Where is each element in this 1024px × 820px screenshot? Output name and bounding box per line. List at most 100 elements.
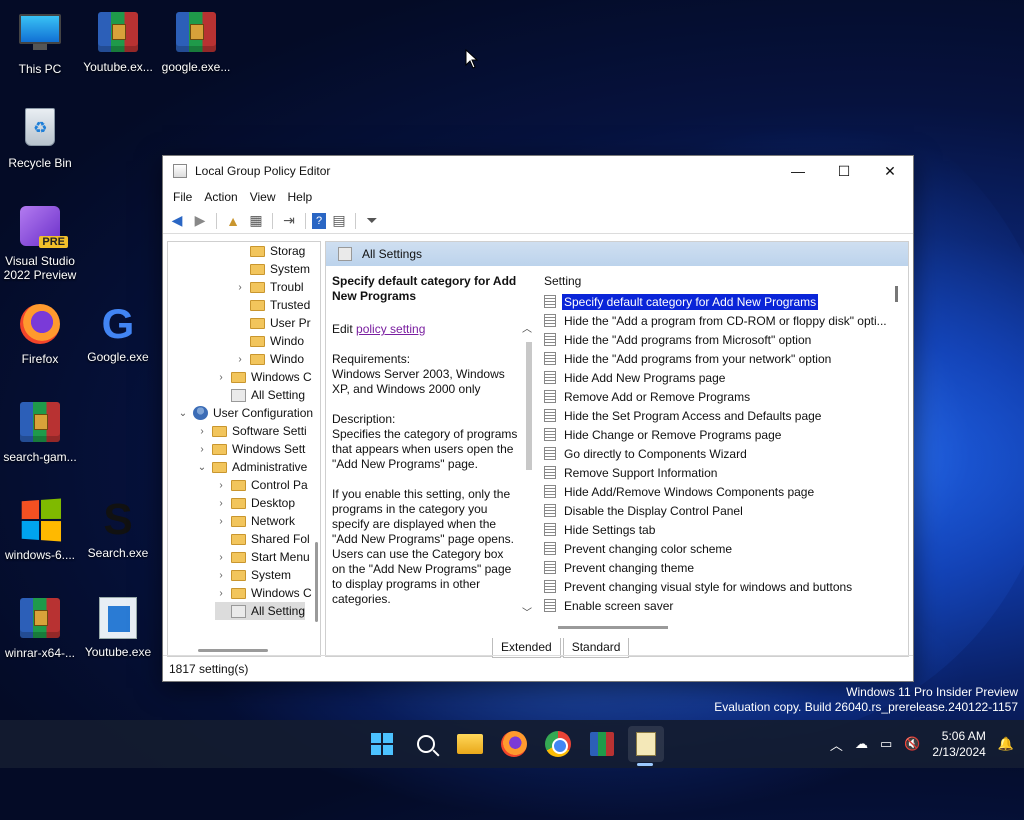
expand-chevron-icon[interactable]: ⌄ (177, 408, 189, 419)
tree-node[interactable]: Windo (234, 332, 304, 350)
volume-muted-icon[interactable]: 🔇 (904, 736, 920, 752)
expand-chevron-icon[interactable]: › (215, 498, 227, 509)
close-button[interactable]: ✕ (867, 156, 913, 186)
setting-row[interactable]: Hide Change or Remove Programs page (540, 425, 906, 444)
expand-chevron-icon[interactable]: › (234, 354, 246, 365)
setting-row[interactable]: Specify default category for Add New Pro… (540, 292, 906, 311)
back-arrow-icon[interactable]: ◀ (167, 211, 187, 231)
help-icon[interactable]: ? (312, 212, 326, 229)
expand-chevron-icon[interactable]: › (215, 480, 227, 491)
minimize-button[interactable]: — (775, 156, 821, 186)
tree-node[interactable]: Trusted (234, 296, 310, 314)
taskbar-chrome[interactable] (540, 726, 576, 762)
desktop-icon-winrar-installer[interactable]: winrar-x64-... (0, 596, 80, 660)
taskbar-firefox[interactable] (496, 726, 532, 762)
tree-node[interactable]: Storag (234, 242, 305, 260)
up-folder-icon[interactable]: ▲ (223, 211, 243, 231)
setting-row[interactable]: Hide the Set Program Access and Defaults… (540, 406, 906, 425)
expand-chevron-icon[interactable]: › (215, 570, 227, 581)
setting-row[interactable]: Prevent changing color scheme (540, 539, 906, 558)
scroll-down-icon[interactable]: ﹀ (522, 604, 532, 619)
desktop-icon-google-rar[interactable]: google.exe... (156, 10, 236, 74)
menu-file[interactable]: File (167, 190, 198, 204)
desktop-icon-firefox[interactable]: Firefox (0, 302, 80, 366)
taskbar-search-button[interactable] (408, 726, 444, 762)
desktop-icon-google-exe[interactable]: G Google.exe (78, 302, 158, 365)
tree-node[interactable]: › Software Setti (196, 422, 306, 440)
tree-node[interactable]: › Windows C (215, 368, 311, 386)
export-list-icon[interactable]: ⇥ (279, 211, 299, 231)
tree-node[interactable]: › Troubl (234, 278, 303, 296)
desktop-icon-search-game[interactable]: search-gam... (0, 400, 80, 464)
setting-row[interactable]: Hide Add New Programs page (540, 368, 906, 387)
desktop-icon-recycle-bin[interactable]: Recycle Bin (0, 106, 80, 170)
expand-chevron-icon[interactable]: › (196, 444, 208, 455)
setting-row[interactable]: Remove Add or Remove Programs (540, 387, 906, 406)
description-scrollbar[interactable]: ︿ ﹀ (522, 320, 536, 620)
forward-arrow-icon[interactable]: ▶ (190, 211, 210, 231)
tree-hscroll[interactable] (198, 649, 268, 652)
setting-column-header[interactable]: Setting (540, 270, 906, 292)
setting-row[interactable]: Hide the "Add programs from your network… (540, 349, 906, 368)
setting-row[interactable]: Enable screen saver (540, 596, 906, 615)
settings-list-vscroll[interactable] (895, 286, 898, 302)
tree-node[interactable]: › Start Menu (215, 548, 309, 566)
taskbar-file-explorer[interactable] (452, 726, 488, 762)
setting-row[interactable]: Go directly to Components Wizard (540, 444, 906, 463)
expand-chevron-icon[interactable]: › (215, 516, 227, 527)
expand-chevron-icon[interactable]: › (215, 552, 227, 563)
menu-help[interactable]: Help (282, 190, 319, 204)
filter-icon[interactable]: ⏷ (362, 211, 382, 231)
maximize-button[interactable]: ☐ (821, 156, 867, 186)
tree-node[interactable]: › Desktop (215, 494, 295, 512)
taskbar-group-policy-editor[interactable] (628, 726, 664, 762)
desktop-icon-this-pc[interactable]: This PC (0, 10, 80, 76)
taskbar-winrar[interactable] (584, 726, 620, 762)
tree-node[interactable]: Shared Fol (215, 530, 310, 548)
tree-node[interactable]: › Control Pa (215, 476, 307, 494)
network-icon[interactable]: ▭ (880, 736, 892, 752)
setting-row[interactable]: Hide the "Add a program from CD-ROM or f… (540, 311, 906, 330)
properties-icon[interactable]: ▤ (329, 211, 349, 231)
tree-node[interactable]: All Setting (215, 602, 306, 620)
scroll-up-icon[interactable]: ︿ (522, 320, 532, 335)
tree-node[interactable]: › Windows C (215, 584, 311, 602)
setting-row[interactable]: Hide Settings tab (540, 520, 906, 539)
setting-row[interactable]: Hide the "Add programs from Microsoft" o… (540, 330, 906, 349)
tree-node[interactable]: › Windows Sett (196, 440, 305, 458)
tree-node[interactable]: › Network (215, 512, 295, 530)
menu-action[interactable]: Action (198, 190, 243, 204)
edit-policy-setting-link[interactable]: policy setting (356, 322, 425, 336)
menu-view[interactable]: View (244, 190, 282, 204)
expand-chevron-icon[interactable]: › (196, 426, 208, 437)
desktop-icon-search-exe[interactable]: S Search.exe (78, 498, 158, 561)
desktop-icon-youtube-exe[interactable]: Youtube.exe (78, 596, 158, 659)
setting-row[interactable]: Remove Support Information (540, 463, 906, 482)
tree-vscroll[interactable] (315, 542, 318, 622)
expand-chevron-icon[interactable]: › (215, 372, 227, 383)
desktop-icon-youtube-rar[interactable]: Youtube.ex... (78, 10, 158, 74)
notification-bell-icon[interactable]: 🔔 (998, 736, 1014, 752)
cloud-offline-icon[interactable]: ☁ (855, 736, 868, 752)
description-scroll-thumb[interactable] (526, 342, 532, 470)
settings-list-hscroll[interactable] (558, 626, 668, 629)
tree-node[interactable]: › System (215, 566, 291, 584)
show-hide-tree-icon[interactable]: ▦ (246, 211, 266, 231)
setting-row[interactable]: Disable the Display Control Panel (540, 501, 906, 520)
tree-node[interactable]: ⌄ Administrative (196, 458, 308, 476)
tree-node[interactable]: ⌄ User Configuration (177, 404, 313, 422)
tree-node[interactable]: User Pr (234, 314, 311, 332)
setting-row[interactable]: Hide Add/Remove Windows Components page (540, 482, 906, 501)
clock[interactable]: 5:06 AM 2/13/2024 (932, 728, 985, 760)
expand-chevron-icon[interactable]: › (234, 282, 246, 293)
title-bar[interactable]: Local Group Policy Editor — ☐ ✕ (163, 156, 913, 186)
expand-chevron-icon[interactable]: ⌄ (196, 462, 208, 473)
expand-chevron-icon[interactable]: › (215, 588, 227, 599)
tree-node[interactable]: System (234, 260, 310, 278)
tree-node[interactable]: › Windo (234, 350, 304, 368)
tree-node[interactable]: All Setting (215, 386, 305, 404)
chevron-up-icon[interactable]: ︿ (830, 735, 843, 754)
setting-row[interactable]: Prevent changing theme (540, 558, 906, 577)
start-button[interactable] (364, 726, 400, 762)
desktop-icon-visual-studio[interactable]: PRE Visual Studio 2022 Preview (0, 204, 80, 282)
